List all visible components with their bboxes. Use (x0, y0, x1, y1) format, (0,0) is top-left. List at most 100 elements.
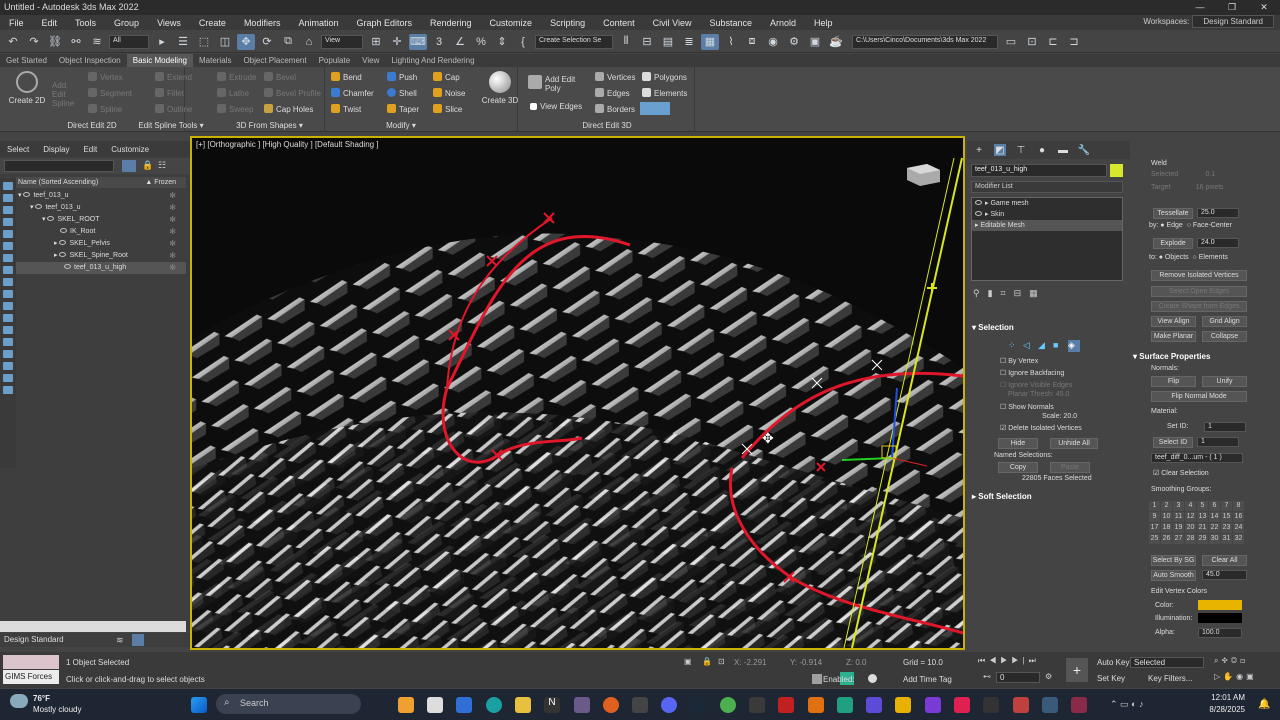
menu-scripting[interactable]: Scripting (541, 18, 594, 28)
slice-button[interactable]: Slice (433, 104, 462, 114)
set-id-value[interactable]: 1 (1203, 422, 1246, 432)
edges-button[interactable]: Edges (595, 88, 630, 98)
smoothing-group-button[interactable]: 25 (1149, 534, 1160, 544)
add-edit-poly-button[interactable]: Add Edit Poly (528, 75, 583, 93)
unhide-all-button[interactable]: Unhide All (1050, 438, 1098, 449)
select-by-name-icon[interactable]: ☰ (174, 34, 192, 50)
create-3d-button[interactable]: Create 3D (480, 71, 520, 105)
app-n-icon[interactable]: N (544, 697, 560, 713)
toggle-scene-explorer-icon[interactable]: ▤ (659, 34, 677, 50)
auto-key-button[interactable]: Auto Key (1097, 658, 1129, 667)
scene-menu-edit[interactable]: Edit (76, 145, 104, 154)
maxscript-listener[interactable] (3, 655, 59, 669)
tab-object-placement[interactable]: Object Placement (237, 54, 312, 67)
scene-menu-display[interactable]: Display (36, 145, 76, 154)
segment-button[interactable]: Segment (88, 88, 132, 98)
utilities-tab-icon[interactable]: 🔧 (1078, 144, 1090, 156)
display-none-icon[interactable] (3, 350, 13, 358)
eye-icon[interactable] (59, 252, 67, 257)
app-icon-17[interactable] (895, 697, 911, 713)
edge-radio[interactable]: Edge (1166, 222, 1182, 229)
show-normals-checkbox[interactable]: ☐ Show Normals (1000, 403, 1124, 411)
viewport-nav-icons[interactable]: ⌕✥◎⊡ (1214, 656, 1248, 666)
smoothing-group-button[interactable]: 23 (1221, 523, 1232, 533)
tab-get-started[interactable]: Get Started (0, 54, 53, 67)
element-mode-icon[interactable]: ◈ (1068, 340, 1080, 352)
tab-lighting[interactable]: Lighting And Rendering (385, 54, 480, 67)
time-tag-icon[interactable] (868, 674, 877, 683)
hierarchy-icon[interactable]: ☷ (158, 160, 166, 171)
display-objects-icon[interactable] (3, 182, 13, 190)
menu-animation[interactable]: Animation (289, 18, 347, 28)
freeze-icon[interactable]: ✻ (169, 262, 176, 274)
app-icon-18[interactable] (925, 697, 941, 713)
vertex-mode-icon[interactable]: ⁘ (1008, 340, 1020, 352)
display-bones-icon[interactable] (3, 290, 13, 298)
hierarchy-tab-icon[interactable]: ⊤ (1015, 144, 1027, 156)
delete-iso-checkbox[interactable]: ☑ Delete Isolated Vertices (1000, 424, 1124, 432)
tree-item[interactable]: IK_Root ✻ (16, 226, 186, 238)
display-groups-icon[interactable] (3, 266, 13, 274)
clock-date[interactable]: 8/28/2025 (1200, 705, 1245, 714)
rect-selection-icon[interactable]: ⬚ (195, 34, 213, 50)
collapse-button[interactable]: Collapse (1202, 331, 1247, 342)
eye-icon[interactable] (975, 200, 982, 205)
paste-button[interactable]: Paste (1050, 462, 1090, 473)
project-path-dropdown[interactable]: C:\Users\Cinco\Documents\3ds Max 2022 (852, 34, 998, 49)
object-color-swatch[interactable] (1110, 164, 1123, 177)
smoothing-group-button[interactable]: 21 (1197, 523, 1208, 533)
tab-view[interactable]: View (356, 54, 385, 67)
close-button[interactable]: ✕ (1248, 0, 1280, 15)
push-button[interactable]: Push (387, 72, 417, 82)
surface-properties-header[interactable]: ▾ Surface Properties (1133, 352, 1210, 361)
app-icon-20[interactable] (983, 697, 999, 713)
taskbar-search[interactable]: ⌕ Search (216, 694, 361, 714)
tessellate-value[interactable]: 25.0 (1197, 208, 1239, 218)
sub-object-toggle[interactable] (640, 102, 670, 115)
tab-basic-modeling[interactable]: Basic Modeling (126, 54, 193, 67)
configure-sets-icon[interactable]: ▦ (1029, 288, 1038, 300)
selection-set-dropdown[interactable]: Selected (1130, 657, 1204, 668)
display-invert-icon[interactable] (3, 362, 13, 370)
smoothing-group-button[interactable]: 29 (1197, 534, 1208, 544)
vertex-color-swatch[interactable] (1198, 600, 1242, 610)
menu-group[interactable]: Group (105, 18, 148, 28)
reference-coord-dropdown[interactable]: View (321, 34, 363, 49)
outline-button[interactable]: Outline (155, 104, 192, 114)
menu-file[interactable]: File (0, 18, 33, 28)
menu-tools[interactable]: Tools (66, 18, 105, 28)
time-config-icon[interactable]: ⚙ (1045, 672, 1052, 681)
auto-smooth-button[interactable]: Auto Smooth (1151, 570, 1196, 581)
project-folder-icon[interactable]: ▭ (1002, 34, 1020, 50)
z-coordinate[interactable]: Z: 0.0 (846, 658, 866, 667)
viewport-label[interactable]: [+] [Orthographic ] [High Quality ] [Def… (196, 140, 379, 149)
freeze-icon[interactable]: ✻ (169, 250, 176, 262)
object-name-field[interactable]: teef_013_u_high (971, 164, 1107, 177)
twist-button[interactable]: Twist (331, 104, 361, 114)
eye-icon[interactable] (60, 228, 67, 233)
layer-explorer-icon[interactable]: ≣ (680, 34, 698, 50)
stack-item-editable-mesh[interactable]: ▸ Editable Mesh (972, 220, 1122, 231)
remove-isolated-button[interactable]: Remove Isolated Vertices (1151, 270, 1247, 281)
tab-object-inspection[interactable]: Object Inspection (53, 54, 127, 67)
column-frozen[interactable]: ▲ Frozen (145, 177, 176, 188)
display-geometry-icon[interactable] (3, 194, 13, 202)
scale-value[interactable]: 20.0 (1063, 413, 1077, 420)
chrome-icon[interactable] (720, 697, 736, 713)
flip-button[interactable]: Flip (1151, 376, 1196, 387)
y-coordinate[interactable]: Y: -0.914 (790, 658, 822, 667)
menu-civil-view[interactable]: Civil View (644, 18, 701, 28)
extrude-button[interactable]: Extrude (217, 72, 257, 82)
polygon-mode-icon[interactable]: ■ (1053, 340, 1065, 352)
display-frozen-icon[interactable] (3, 314, 13, 322)
key-filters-button[interactable]: Key Filters... (1148, 674, 1192, 683)
smoothing-group-button[interactable]: 6 (1209, 501, 1220, 511)
explode-button[interactable]: Explode (1153, 238, 1193, 249)
current-frame-field[interactable]: 0 (996, 672, 1040, 683)
scene-menu-customize[interactable]: Customize (104, 145, 156, 154)
app-icon-14[interactable] (808, 697, 824, 713)
display-helpers-icon[interactable] (3, 242, 13, 250)
lathe-button[interactable]: Lathe (217, 88, 249, 98)
freeze-icon[interactable]: ✻ (169, 190, 176, 202)
display-tab-icon[interactable]: ▬ (1057, 144, 1069, 156)
